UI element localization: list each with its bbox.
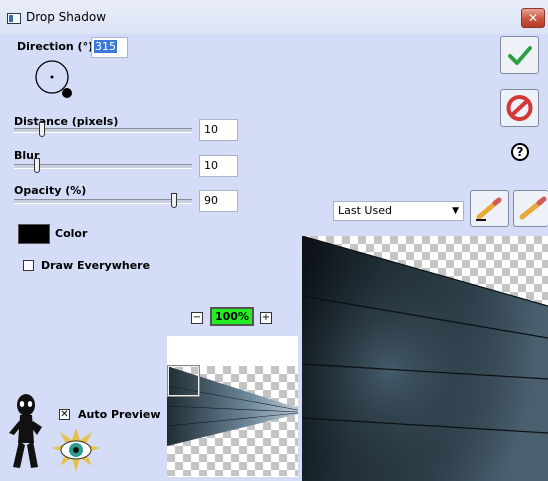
mascot-icon xyxy=(9,394,42,468)
save-preset-button[interactable] xyxy=(470,190,509,227)
pencil-icon xyxy=(476,197,502,221)
blur-slider-thumb[interactable] xyxy=(34,158,41,173)
blur-input[interactable]: 10 xyxy=(199,155,238,177)
preview-image xyxy=(302,236,548,481)
ok-button[interactable] xyxy=(500,36,539,74)
preview-pane[interactable] xyxy=(302,236,548,481)
dial-center xyxy=(50,75,54,79)
direction-value: 315 xyxy=(94,40,117,53)
distance-input[interactable]: 10 xyxy=(199,119,238,141)
cancel-button[interactable] xyxy=(500,89,539,127)
chevron-down-icon: ▼ xyxy=(452,206,459,216)
distance-label: Distance (pixels) xyxy=(14,115,119,128)
color-label: Color xyxy=(55,227,88,240)
thumbnail-navigator[interactable] xyxy=(167,336,298,477)
direction-dial[interactable] xyxy=(30,58,80,102)
draw-everywhere-checkbox[interactable] xyxy=(23,260,34,271)
dial-handle[interactable] xyxy=(62,88,72,98)
no-entry-icon xyxy=(506,95,533,121)
auto-preview-checkbox[interactable]: ✕ xyxy=(59,409,70,420)
app-icon xyxy=(7,13,21,24)
opacity-input[interactable]: 90 xyxy=(199,190,238,212)
edit-preset-button[interactable] xyxy=(513,190,548,227)
window-title: Drop Shadow xyxy=(26,10,107,24)
direction-label: Direction (°): xyxy=(17,40,98,53)
zoom-level: 100% xyxy=(210,307,254,326)
opacity-label: Opacity (%) xyxy=(14,184,87,197)
zoom-in-button[interactable]: + xyxy=(260,312,272,324)
zoom-out-button[interactable]: − xyxy=(191,312,203,324)
color-swatch[interactable] xyxy=(18,224,50,244)
preset-dropdown[interactable]: Last Used ▼ xyxy=(333,201,464,221)
direction-input[interactable]: 315 xyxy=(91,37,128,58)
eye-icon xyxy=(52,428,100,472)
blur-slider-track[interactable] xyxy=(14,164,192,169)
preset-selected: Last Used xyxy=(338,204,392,217)
viewport-marker[interactable] xyxy=(168,366,199,396)
opacity-slider-thumb[interactable] xyxy=(171,193,178,208)
help-button[interactable]: ? xyxy=(511,143,529,161)
auto-preview-label: Auto Preview xyxy=(78,408,161,421)
opacity-slider-track[interactable] xyxy=(14,199,192,204)
draw-everywhere-label: Draw Everywhere xyxy=(41,259,151,272)
distance-slider-thumb[interactable] xyxy=(39,122,46,137)
checkmark-icon xyxy=(508,46,532,65)
close-button[interactable]: ✕ xyxy=(521,8,545,28)
pencil-icon xyxy=(519,196,547,220)
